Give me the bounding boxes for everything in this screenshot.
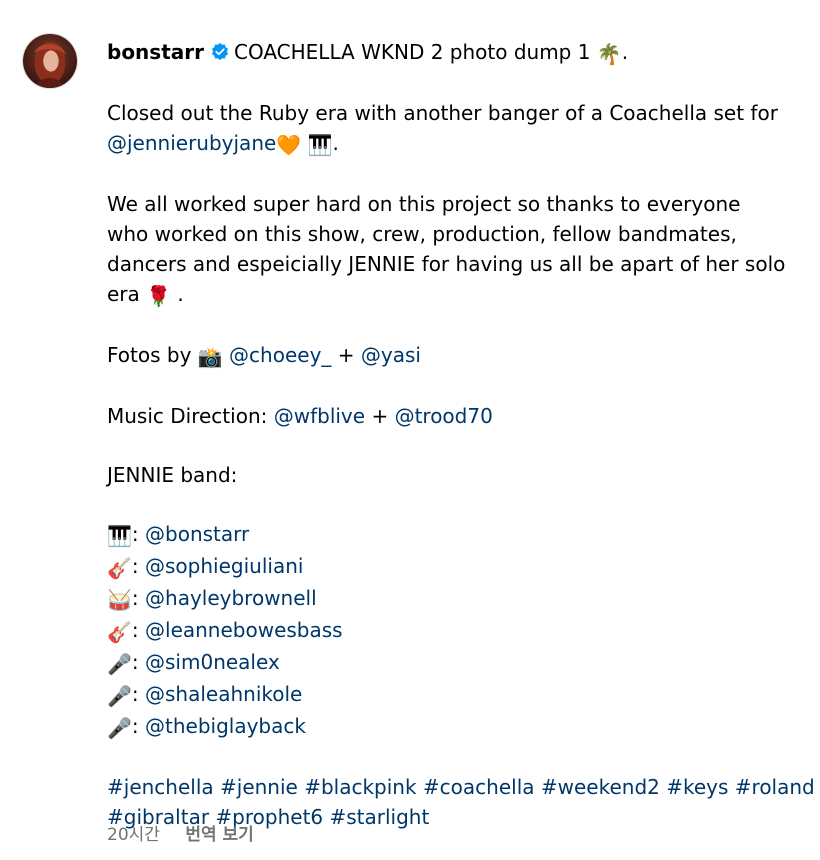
keyboard-emoji: 🎹 (107, 524, 132, 548)
mention-jennierubyjane[interactable]: @jennierubyjane (107, 131, 276, 155)
title-period: . (621, 40, 629, 64)
colon: : (131, 586, 139, 610)
caption-p1-line2: @jennierubyjane🧡 🎹. (107, 128, 807, 160)
post-footer: 20시간 번역 보기 (107, 820, 254, 845)
microphone-emoji: 🎤 (107, 652, 132, 676)
mention-band-member[interactable]: @sophiegiuliani (145, 554, 303, 578)
caption-title-line: bonstarr COACHELLA WKND 2 photo dump 1 🌴. (107, 37, 807, 69)
music-label: Music Direction: (107, 404, 268, 428)
rose-emoji: 🌹 (146, 284, 172, 308)
see-translation-button[interactable]: 번역 보기 (185, 825, 253, 845)
mention-band-member[interactable]: @bonstarr (145, 522, 249, 546)
hashtag-link[interactable]: #blackpink (304, 775, 416, 799)
colon: : (131, 522, 139, 546)
colon: : (131, 618, 139, 642)
palm-tree-emoji: 🌴 (596, 42, 622, 66)
colon: : (131, 682, 139, 706)
hashtag-link[interactable]: #weekend2 (541, 775, 660, 799)
microphone-emoji: 🎤 (107, 716, 132, 740)
post-timestamp[interactable]: 20시간 (107, 825, 160, 845)
caption-p2-line3: dancers and espeicially JENNIE for havin… (107, 252, 786, 276)
caption: bonstarr COACHELLA WKND 2 photo dump 1 🌴.… (107, 37, 815, 832)
colon: : (131, 554, 139, 578)
plus-sign: + (371, 404, 389, 428)
mention-yasi[interactable]: @yasi (361, 343, 421, 367)
hashtag-link[interactable]: #jenchella (107, 775, 214, 799)
caption-p2-line4: era 🌹 . (107, 279, 807, 311)
fotos-line: Fotos by 📸 @choeey_ + @yasi (107, 340, 807, 372)
band-member-row: 🎹: @bonstarr (107, 519, 807, 551)
caption-p2-line2: who worked on this show, crew, productio… (107, 222, 737, 246)
avatar-photo (23, 34, 77, 88)
band-member-row: 🎤: @sim0nealex (107, 647, 807, 679)
mention-band-member[interactable]: @leannebowesbass (145, 618, 343, 642)
band-member-row: 🎸: @sophiegiuliani (107, 551, 807, 583)
mention-wfblive[interactable]: @wfblive (274, 404, 365, 428)
mention-band-member[interactable]: @sim0nealex (145, 650, 280, 674)
hashtag-link[interactable]: #starlight (330, 805, 430, 829)
orange-heart-emoji: 🧡 (276, 133, 302, 157)
guitar-emoji: 🎸 (107, 620, 132, 644)
band-member-row: 🎤: @shaleahnikole (107, 679, 807, 711)
mention-band-member[interactable]: @shaleahnikole (145, 682, 302, 706)
music-line: Music Direction: @wfblive + @trood70 (107, 401, 807, 431)
hashtags-line1: #jenchella #jennie #blackpink #coachella… (107, 772, 815, 802)
hashtag-link[interactable]: #jennie (220, 775, 298, 799)
comment-post: bonstarr COACHELLA WKND 2 photo dump 1 🌴.… (0, 0, 820, 860)
band-member-row: 🎸: @leannebowesbass (107, 615, 807, 647)
caption-p1-line1: Closed out the Ruby era with another ban… (107, 101, 778, 125)
p1-period: . (332, 131, 339, 155)
colon: : (131, 650, 139, 674)
guitar-emoji: 🎸 (107, 556, 132, 580)
band-member-row: 🎤: @thebiglayback (107, 711, 807, 743)
p2-era-text: era (107, 282, 140, 306)
fotos-label: Fotos by (107, 343, 192, 367)
hashtag-link[interactable]: #keys (666, 775, 728, 799)
camera-emoji: 📸 (197, 345, 223, 369)
avatar[interactable] (22, 33, 78, 89)
microphone-emoji: 🎤 (107, 684, 132, 708)
keyboard-emoji: 🎹 (307, 133, 333, 157)
caption-p2-line1: We all worked super hard on this project… (107, 192, 741, 216)
hashtag-link[interactable]: #roland (735, 775, 815, 799)
band-label: JENNIE band: (107, 463, 238, 487)
mention-trood70[interactable]: @trood70 (395, 404, 493, 428)
mention-band-member[interactable]: @thebiglayback (145, 714, 306, 738)
mention-choeey[interactable]: @choeey_ (229, 343, 331, 367)
hashtag-link[interactable]: #coachella (423, 775, 535, 799)
post-title: COACHELLA WKND 2 photo dump 1 (233, 40, 591, 64)
verified-badge-icon (211, 43, 228, 60)
drum-emoji: 🥁 (107, 588, 132, 612)
username-link[interactable]: bonstarr (107, 40, 204, 64)
band-member-row: 🥁: @hayleybrownell (107, 583, 807, 615)
plus-sign: + (337, 343, 355, 367)
mention-band-member[interactable]: @hayleybrownell (145, 586, 317, 610)
colon: : (131, 714, 139, 738)
p2-period: . (177, 282, 184, 306)
